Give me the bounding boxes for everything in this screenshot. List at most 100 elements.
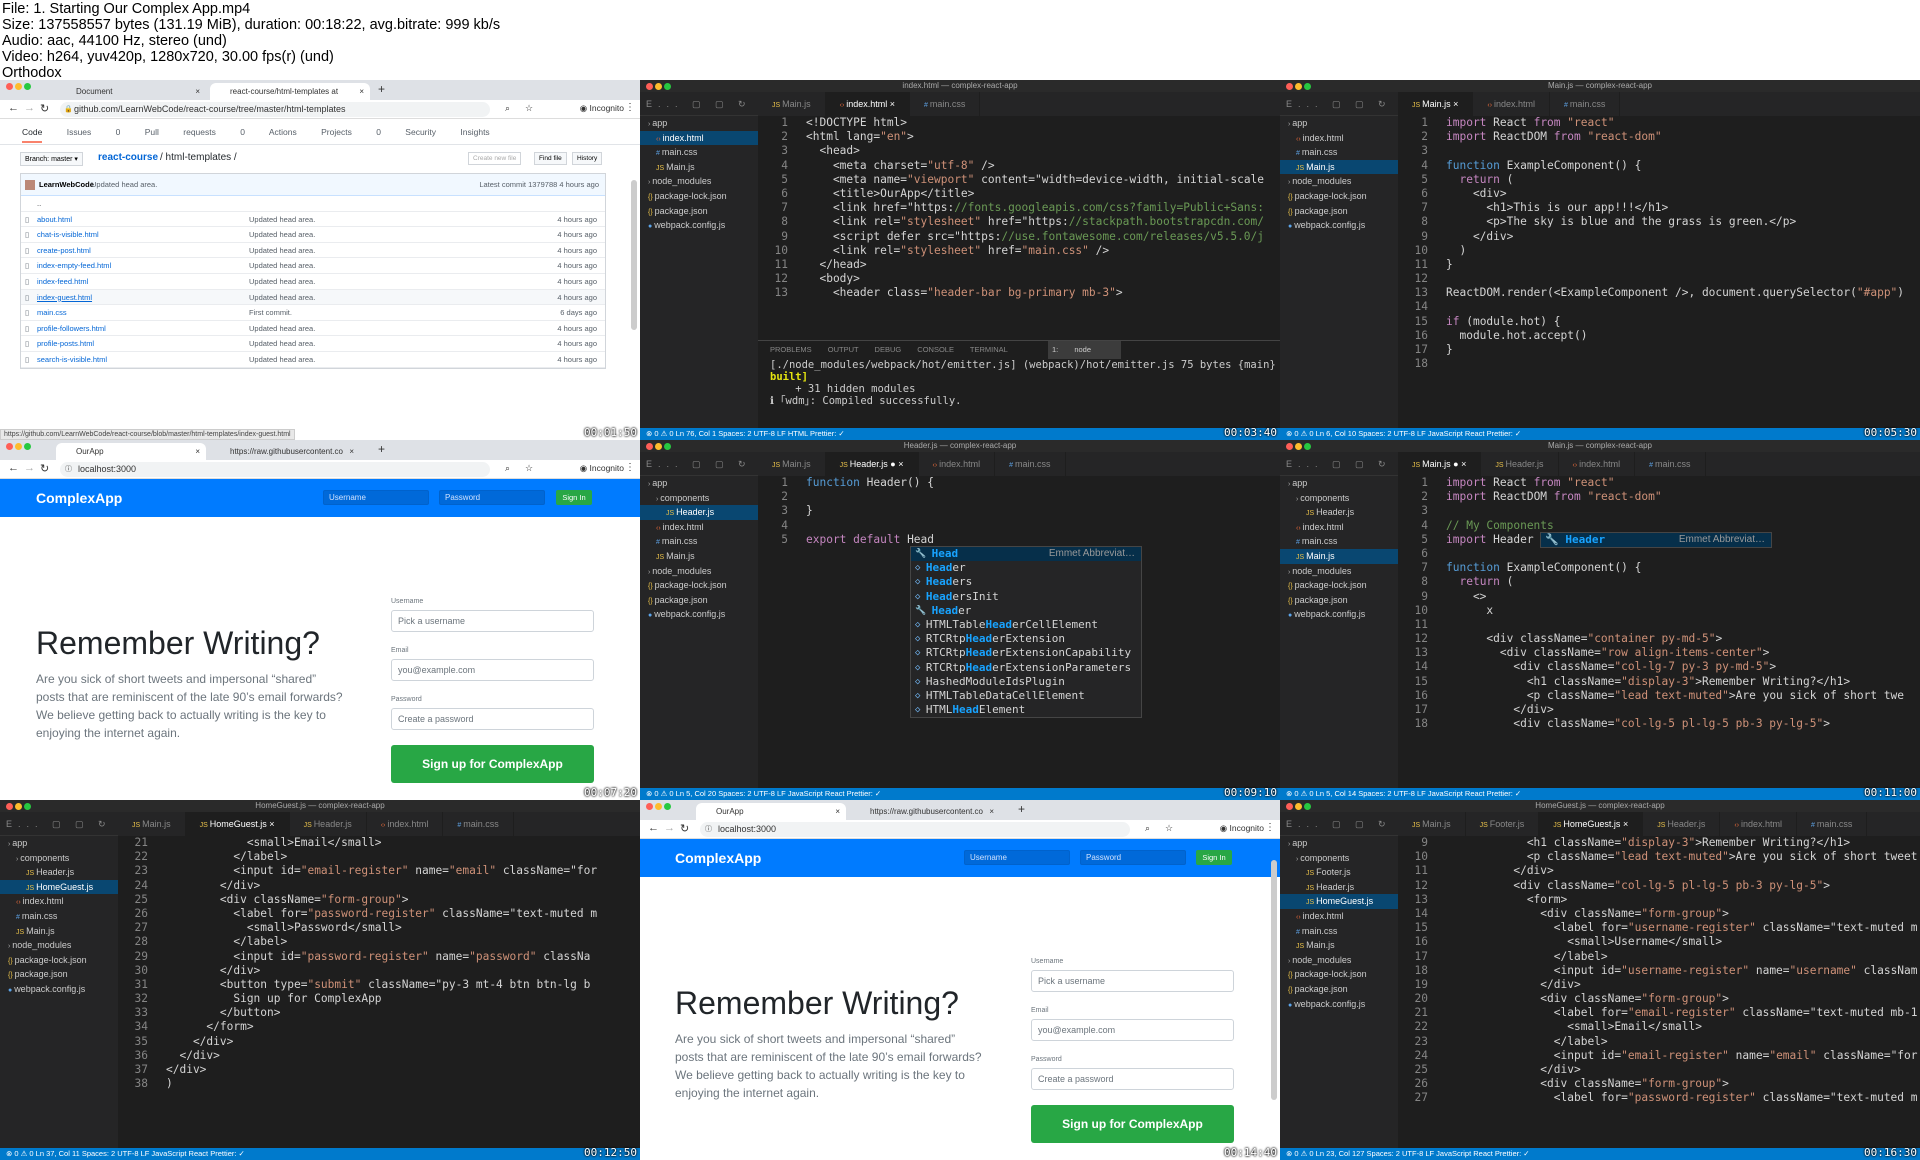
- tab-issues[interactable]: Issues 0: [67, 127, 121, 137]
- file-row[interactable]: ▯ index-empty-feed.html Updated head area.…: [21, 258, 605, 274]
- tab-security[interactable]: Security: [405, 127, 436, 137]
- editor-tab[interactable]: ‹› index.html: [1559, 452, 1636, 476]
- autocomplete-item[interactable]: 🔧 Header: [911, 604, 1141, 618]
- header-username-input[interactable]: Username: [964, 850, 1070, 865]
- close-icon[interactable]: ×: [835, 803, 840, 820]
- editor-tab[interactable]: JS Header.js ● ×: [825, 452, 919, 476]
- zoom-dot-icon[interactable]: [24, 443, 31, 450]
- reload-icon[interactable]: ↻: [40, 102, 49, 115]
- browser-tab[interactable]: https://raw.githubusercontent.co ×: [850, 803, 1000, 820]
- code-area[interactable]: 1 import React from "react" 2 import ReactD…: [1398, 476, 1920, 788]
- file-tree-item[interactable]: › node_modules: [0, 938, 118, 953]
- panel-tab-labels[interactable]: PROBLEMS OUTPUT DEBUG CONSOLE TERMINAL: [770, 345, 1008, 354]
- email-field[interactable]: you@example.com: [1031, 1019, 1234, 1041]
- file-tree-item[interactable]: JS Main.js: [1280, 159, 1398, 175]
- file-name-link[interactable]: index-feed.html: [37, 274, 88, 290]
- menu-kebab-icon[interactable]: ⋮: [625, 462, 635, 473]
- search-icon[interactable]: ⌕: [1145, 823, 1150, 834]
- code-area[interactable]: 21 <small>Email</small> 22 </label> 23 <in…: [118, 836, 640, 1148]
- file-tree-item[interactable]: › components: [0, 851, 118, 866]
- sign-in-button[interactable]: Sign In: [556, 490, 592, 505]
- file-tree-item[interactable]: ‹› index.html: [640, 520, 758, 535]
- minimize-dot-icon[interactable]: [15, 443, 22, 450]
- address-bar[interactable]: ⓘ localhost:3000: [60, 462, 490, 477]
- file-tree-item[interactable]: {} package-lock.json: [1280, 189, 1398, 204]
- file-tree-item[interactable]: JS Footer.js: [1280, 865, 1398, 880]
- file-name-link[interactable]: create-post.html: [37, 243, 91, 259]
- autocomplete-item[interactable]: ◇ RTCRtpHeaderExtension: [911, 632, 1141, 646]
- file-name-link[interactable]: about.html: [37, 212, 72, 228]
- file-tree-item[interactable]: {} package.json: [640, 593, 758, 608]
- close-icon[interactable]: ×: [195, 83, 200, 100]
- reload-icon[interactable]: ↻: [680, 822, 689, 835]
- file-tree-item[interactable]: ‹› index.html: [640, 130, 758, 146]
- address-bar[interactable]: ⓘ localhost:3000: [700, 822, 1130, 837]
- parent-dir-row[interactable]: ..: [21, 196, 605, 212]
- close-dot-icon[interactable]: [1286, 83, 1293, 90]
- scrollbar[interactable]: [631, 180, 637, 330]
- autocomplete-item[interactable]: ◇ HashedModuleIdsPlugin: [911, 675, 1141, 689]
- file-tree-item[interactable]: › app: [1280, 836, 1398, 851]
- file-tree-item[interactable]: # main.css: [1280, 145, 1398, 160]
- create-file-button[interactable]: Create new file: [468, 152, 522, 165]
- editor-tab[interactable]: # main.css: [1797, 812, 1868, 836]
- autocomplete-item[interactable]: ◇ HeadersInit: [911, 590, 1141, 604]
- file-tree-item[interactable]: JS Header.js: [0, 865, 118, 880]
- browser-tab[interactable]: Document ×: [56, 83, 206, 100]
- editor-tab[interactable]: JS HomeGuest.js ×: [1539, 812, 1644, 836]
- file-commit-message[interactable]: Updated head area.: [249, 243, 315, 259]
- editor-tab[interactable]: ‹› index.html ×: [825, 92, 911, 116]
- email-field[interactable]: you@example.com: [391, 659, 594, 681]
- file-commit-message[interactable]: Updated head area.: [249, 290, 315, 306]
- minimize-dot-icon[interactable]: [655, 83, 662, 90]
- file-tree-item[interactable]: ● webpack.config.js: [1280, 607, 1398, 622]
- close-dot-icon[interactable]: [6, 803, 13, 810]
- editor-tab[interactable]: # main.css: [1550, 92, 1621, 116]
- code-area[interactable]: 1 <!DOCTYPE html> 2 <html lang="en"> 3 <head…: [758, 116, 1280, 340]
- editor-tab[interactable]: JS Main.js: [758, 452, 826, 476]
- file-tree-item[interactable]: # main.css: [640, 145, 758, 160]
- close-dot-icon[interactable]: [1286, 443, 1293, 450]
- editor-tab[interactable]: JS Header.js: [290, 812, 367, 836]
- file-tree-item[interactable]: › components: [640, 491, 758, 506]
- close-icon[interactable]: ×: [1451, 99, 1458, 109]
- file-tree-item[interactable]: › components: [1280, 491, 1398, 506]
- close-icon[interactable]: ×: [349, 443, 354, 460]
- file-name-link[interactable]: chat-is-visible.html: [37, 227, 99, 243]
- username-field[interactable]: Pick a username: [1031, 970, 1234, 992]
- file-row[interactable]: ▯ main.css First commit. 6 days ago: [21, 305, 605, 321]
- terminal-select[interactable]: 1: node: [1048, 341, 1122, 359]
- star-icon[interactable]: ☆: [525, 103, 533, 114]
- close-dot-icon[interactable]: [646, 83, 653, 90]
- tab-pull-requests[interactable]: Pull requests 0: [145, 127, 245, 137]
- autocomplete-item[interactable]: ◇ HTMLTableHeaderCellElement: [911, 618, 1141, 632]
- back-icon[interactable]: ←: [648, 822, 659, 834]
- autocomplete-item[interactable]: ◇ RTCRtpHeaderExtensionCapability: [911, 646, 1141, 660]
- file-tree-item[interactable]: › app: [1280, 476, 1398, 491]
- file-tree-item[interactable]: {} package-lock.json: [0, 953, 118, 968]
- file-tree-item[interactable]: JS Main.js: [1280, 548, 1398, 564]
- editor-tab[interactable]: ‹› index.html: [1720, 812, 1797, 836]
- close-icon[interactable]: ×: [359, 83, 364, 100]
- file-tree-item[interactable]: {} package.json: [1280, 204, 1398, 219]
- autocomplete-item[interactable]: 🔧 Header Emmet Abbreviat…: [1541, 533, 1771, 548]
- zoom-dot-icon[interactable]: [1304, 803, 1311, 810]
- forward-icon[interactable]: →: [664, 822, 675, 834]
- back-icon[interactable]: ←: [8, 462, 19, 474]
- menu-kebab-icon[interactable]: ⋮: [625, 102, 635, 113]
- file-tree-item[interactable]: › node_modules: [1280, 953, 1398, 968]
- file-tree-item[interactable]: JS Main.js: [640, 160, 758, 175]
- file-tree-item[interactable]: {} package.json: [1280, 982, 1398, 997]
- file-row[interactable]: ▯ create-post.html Updated head area. 4 hou…: [21, 243, 605, 259]
- file-tree-item[interactable]: {} package.json: [1280, 593, 1398, 608]
- file-commit-message[interactable]: First commit.: [249, 305, 292, 321]
- sign-up-button[interactable]: Sign up for ComplexApp: [391, 745, 594, 783]
- commit-user[interactable]: LearnWebCode: [39, 180, 94, 189]
- file-tree-item[interactable]: JS HomeGuest.js: [0, 879, 118, 895]
- reload-icon[interactable]: ↻: [40, 462, 49, 475]
- editor-tab[interactable]: JS Main.js ×: [1398, 92, 1474, 116]
- file-tree-item[interactable]: {} package-lock.json: [1280, 578, 1398, 593]
- file-tree-item[interactable]: › app: [0, 836, 118, 851]
- close-icon[interactable]: ×: [896, 459, 903, 469]
- file-commit-message[interactable]: Updated head area.: [249, 227, 315, 243]
